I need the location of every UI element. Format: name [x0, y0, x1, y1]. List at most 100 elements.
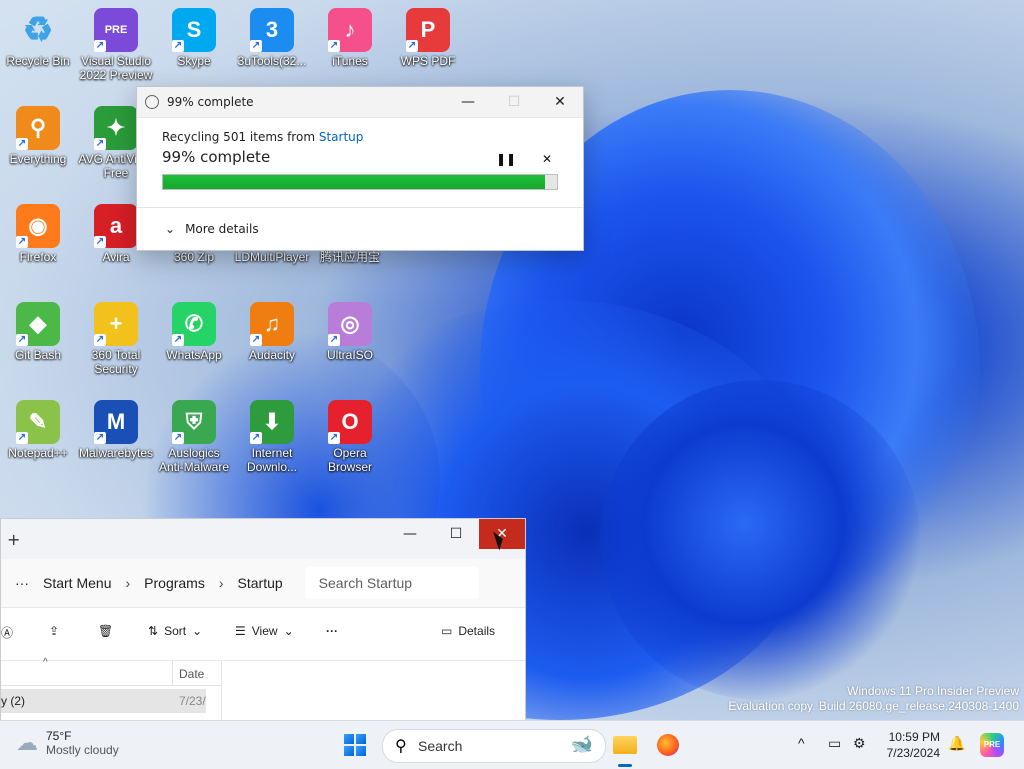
sort-up-icon: ^	[43, 657, 48, 668]
breadcrumb-overflow-button[interactable]: ···	[15, 575, 29, 591]
delete-progress-dialog: 99% complete — ☐ ✕ Recycling 501 items f…	[136, 86, 584, 251]
file-date: 7/23/	[179, 694, 206, 708]
desktop-icon[interactable]: ⚲ ↗ Everything	[0, 102, 76, 166]
source-folder-link[interactable]: Startup	[319, 130, 364, 144]
desktop-icon[interactable]: ♻ Recycle Bin	[0, 4, 76, 68]
network-icon[interactable]: ⚙	[853, 735, 866, 752]
shortcut-arrow-icon: ↗	[328, 432, 340, 444]
command-bar: Ⓐ ⇪ 🗑 ⇅ Sort ⌄ ☰ View ⌄ ··· ▭ Details	[1, 608, 525, 661]
more-details-toggle[interactable]: ⌄ More details	[165, 222, 259, 236]
desktop-icon-label: Recycle Bin	[6, 54, 70, 68]
desktop-icon[interactable]: ♪ ↗ iTunes	[312, 4, 388, 68]
pause-button[interactable]: ❚❚	[496, 152, 516, 166]
file-explorer-window: + — ☐ ✕ ··· Start Menu › Programs › Star…	[0, 518, 526, 722]
app-icon: PRE ↗	[94, 8, 138, 52]
notification-bell-icon[interactable]: 🔔	[948, 735, 965, 752]
desktop-icon[interactable]: 3 ↗ 3uTools(32...	[234, 4, 310, 68]
sort-icon: ⇅	[148, 624, 159, 638]
desktop-icon[interactable]: S ↗ Skype	[156, 4, 232, 68]
bing-highlight-icon: 🐋	[570, 734, 593, 754]
desktop-icon[interactable]: + ↗ 360 Total Security	[78, 298, 154, 376]
desktop-icon[interactable]: ⬇ ↗ Internet Downlo...	[234, 396, 310, 474]
firefox-icon	[657, 734, 679, 756]
desktop-icon-label: 腾讯应用宝	[319, 250, 380, 264]
cancel-button[interactable]: ✕	[542, 152, 552, 166]
windows-logo-tile	[356, 734, 366, 744]
minimize-button[interactable]: —	[387, 519, 433, 549]
app-icon: ◎ ↗	[328, 302, 372, 346]
search-icon: ⚲	[395, 738, 407, 755]
close-button[interactable]: ✕	[537, 87, 583, 117]
dialog-titlebar: 99% complete — ☐ ✕	[137, 87, 583, 118]
column-header: ^ Date	[1, 657, 221, 686]
desktop-icon-label: Git Bash	[14, 348, 62, 362]
desktop-icon-label: 360 Zip	[173, 250, 215, 264]
weather-desc: Mostly cloudy	[46, 743, 119, 757]
desktop-icon[interactable]: ⛨ ↗ Auslogics Anti-Malware	[156, 396, 232, 474]
file-explorer-taskbar-button[interactable]	[609, 729, 641, 767]
windows-logo-tile	[344, 734, 354, 744]
table-row[interactable]: y (2) 7/23/	[1, 689, 206, 713]
view-icon: ☰	[235, 624, 246, 638]
start-button[interactable]	[344, 734, 366, 756]
evaluation-watermark: Windows 11 Pro Insider Preview Evaluatio…	[728, 684, 1019, 714]
clock-date: 7/23/2024	[886, 746, 940, 760]
desktop-icon[interactable]: ◆ ↗ Git Bash	[0, 298, 76, 362]
more-options-button[interactable]: ···	[326, 624, 338, 638]
sort-button[interactable]: ⇅ Sort ⌄	[148, 624, 202, 638]
cloud-icon: ☁	[16, 730, 38, 755]
delete-icon[interactable]: 🗑	[98, 624, 113, 638]
taskbar-search[interactable]: ⚲ Search 🐋	[382, 729, 606, 763]
breadcrumb-start-menu[interactable]: Start Menu	[43, 575, 111, 591]
app-icon: ⛨ ↗	[172, 400, 216, 444]
rename-icon[interactable]: Ⓐ	[1, 624, 13, 641]
progress-bar	[162, 174, 558, 190]
breadcrumb-programs[interactable]: Programs	[144, 575, 205, 591]
display-icon[interactable]: ▭	[828, 735, 841, 752]
folder-icon	[613, 736, 637, 754]
desktop-icon[interactable]: M ↗ Malwarebytes	[78, 396, 154, 460]
shortcut-arrow-icon: ↗	[172, 334, 184, 346]
desktop-icon-label: Internet Downlo...	[246, 446, 298, 474]
weather-widget[interactable]: ☁ 75°F Mostly cloudy	[16, 729, 119, 757]
desktop-icon[interactable]: ✎ ↗ Notepad++	[0, 396, 76, 460]
desktop-icon[interactable]: O ↗ Opera Browser	[312, 396, 388, 474]
app-icon: O ↗	[328, 400, 372, 444]
clock[interactable]: 10:59 PM 7/23/2024	[880, 729, 940, 761]
shortcut-arrow-icon: ↗	[94, 40, 106, 52]
maximize-button: ☐	[507, 94, 521, 110]
view-button[interactable]: ☰ View ⌄	[235, 624, 294, 638]
copilot-icon[interactable]: PRE	[980, 733, 1004, 757]
divider	[137, 207, 583, 208]
app-icon: ✆ ↗	[172, 302, 216, 346]
chevron-down-icon: ⌄	[283, 624, 294, 638]
column-divider	[172, 661, 173, 685]
share-icon[interactable]: ⇪	[49, 624, 59, 638]
firefox-taskbar-button[interactable]	[652, 729, 684, 761]
desktop-icon-label: Everything	[9, 152, 67, 166]
maximize-button[interactable]: ☐	[433, 519, 479, 549]
app-icon: + ↗	[94, 302, 138, 346]
weather-temp: 75°F	[46, 729, 72, 743]
minimize-button[interactable]: —	[445, 87, 491, 117]
new-tab-button[interactable]: +	[7, 530, 20, 549]
address-bar: ··· Start Menu › Programs › Startup Sear…	[1, 559, 525, 608]
show-hidden-icons-button[interactable]: ^	[798, 735, 805, 751]
shortcut-arrow-icon: ↗	[16, 334, 28, 346]
search-input[interactable]: Search Startup	[304, 567, 479, 599]
desktop-icon-label: Skype	[177, 54, 211, 68]
desktop-icon[interactable]: ◉ ↗ Firefox	[0, 200, 76, 264]
app-icon: ✎ ↗	[16, 400, 60, 444]
desktop-icon[interactable]: P ↗ WPS PDF	[390, 4, 466, 68]
desktop-icon-label: Avira	[102, 250, 130, 264]
desktop-icon[interactable]: ♫ ↗ Audacity	[234, 298, 310, 362]
column-date[interactable]: Date	[179, 667, 204, 681]
desktop-icon[interactable]: ◎ ↗ UltraISO	[312, 298, 388, 362]
desktop-icon[interactable]: PRE ↗ Visual Studio 2022 Preview	[78, 4, 154, 82]
desktop-icon[interactable]: ✆ ↗ WhatsApp	[156, 298, 232, 362]
more-details-label: More details	[185, 222, 259, 236]
app-icon: ◆ ↗	[16, 302, 60, 346]
breadcrumb-startup[interactable]: Startup	[238, 575, 283, 591]
app-icon: P ↗	[406, 8, 450, 52]
details-pane-button[interactable]: ▭ Details	[441, 624, 495, 638]
